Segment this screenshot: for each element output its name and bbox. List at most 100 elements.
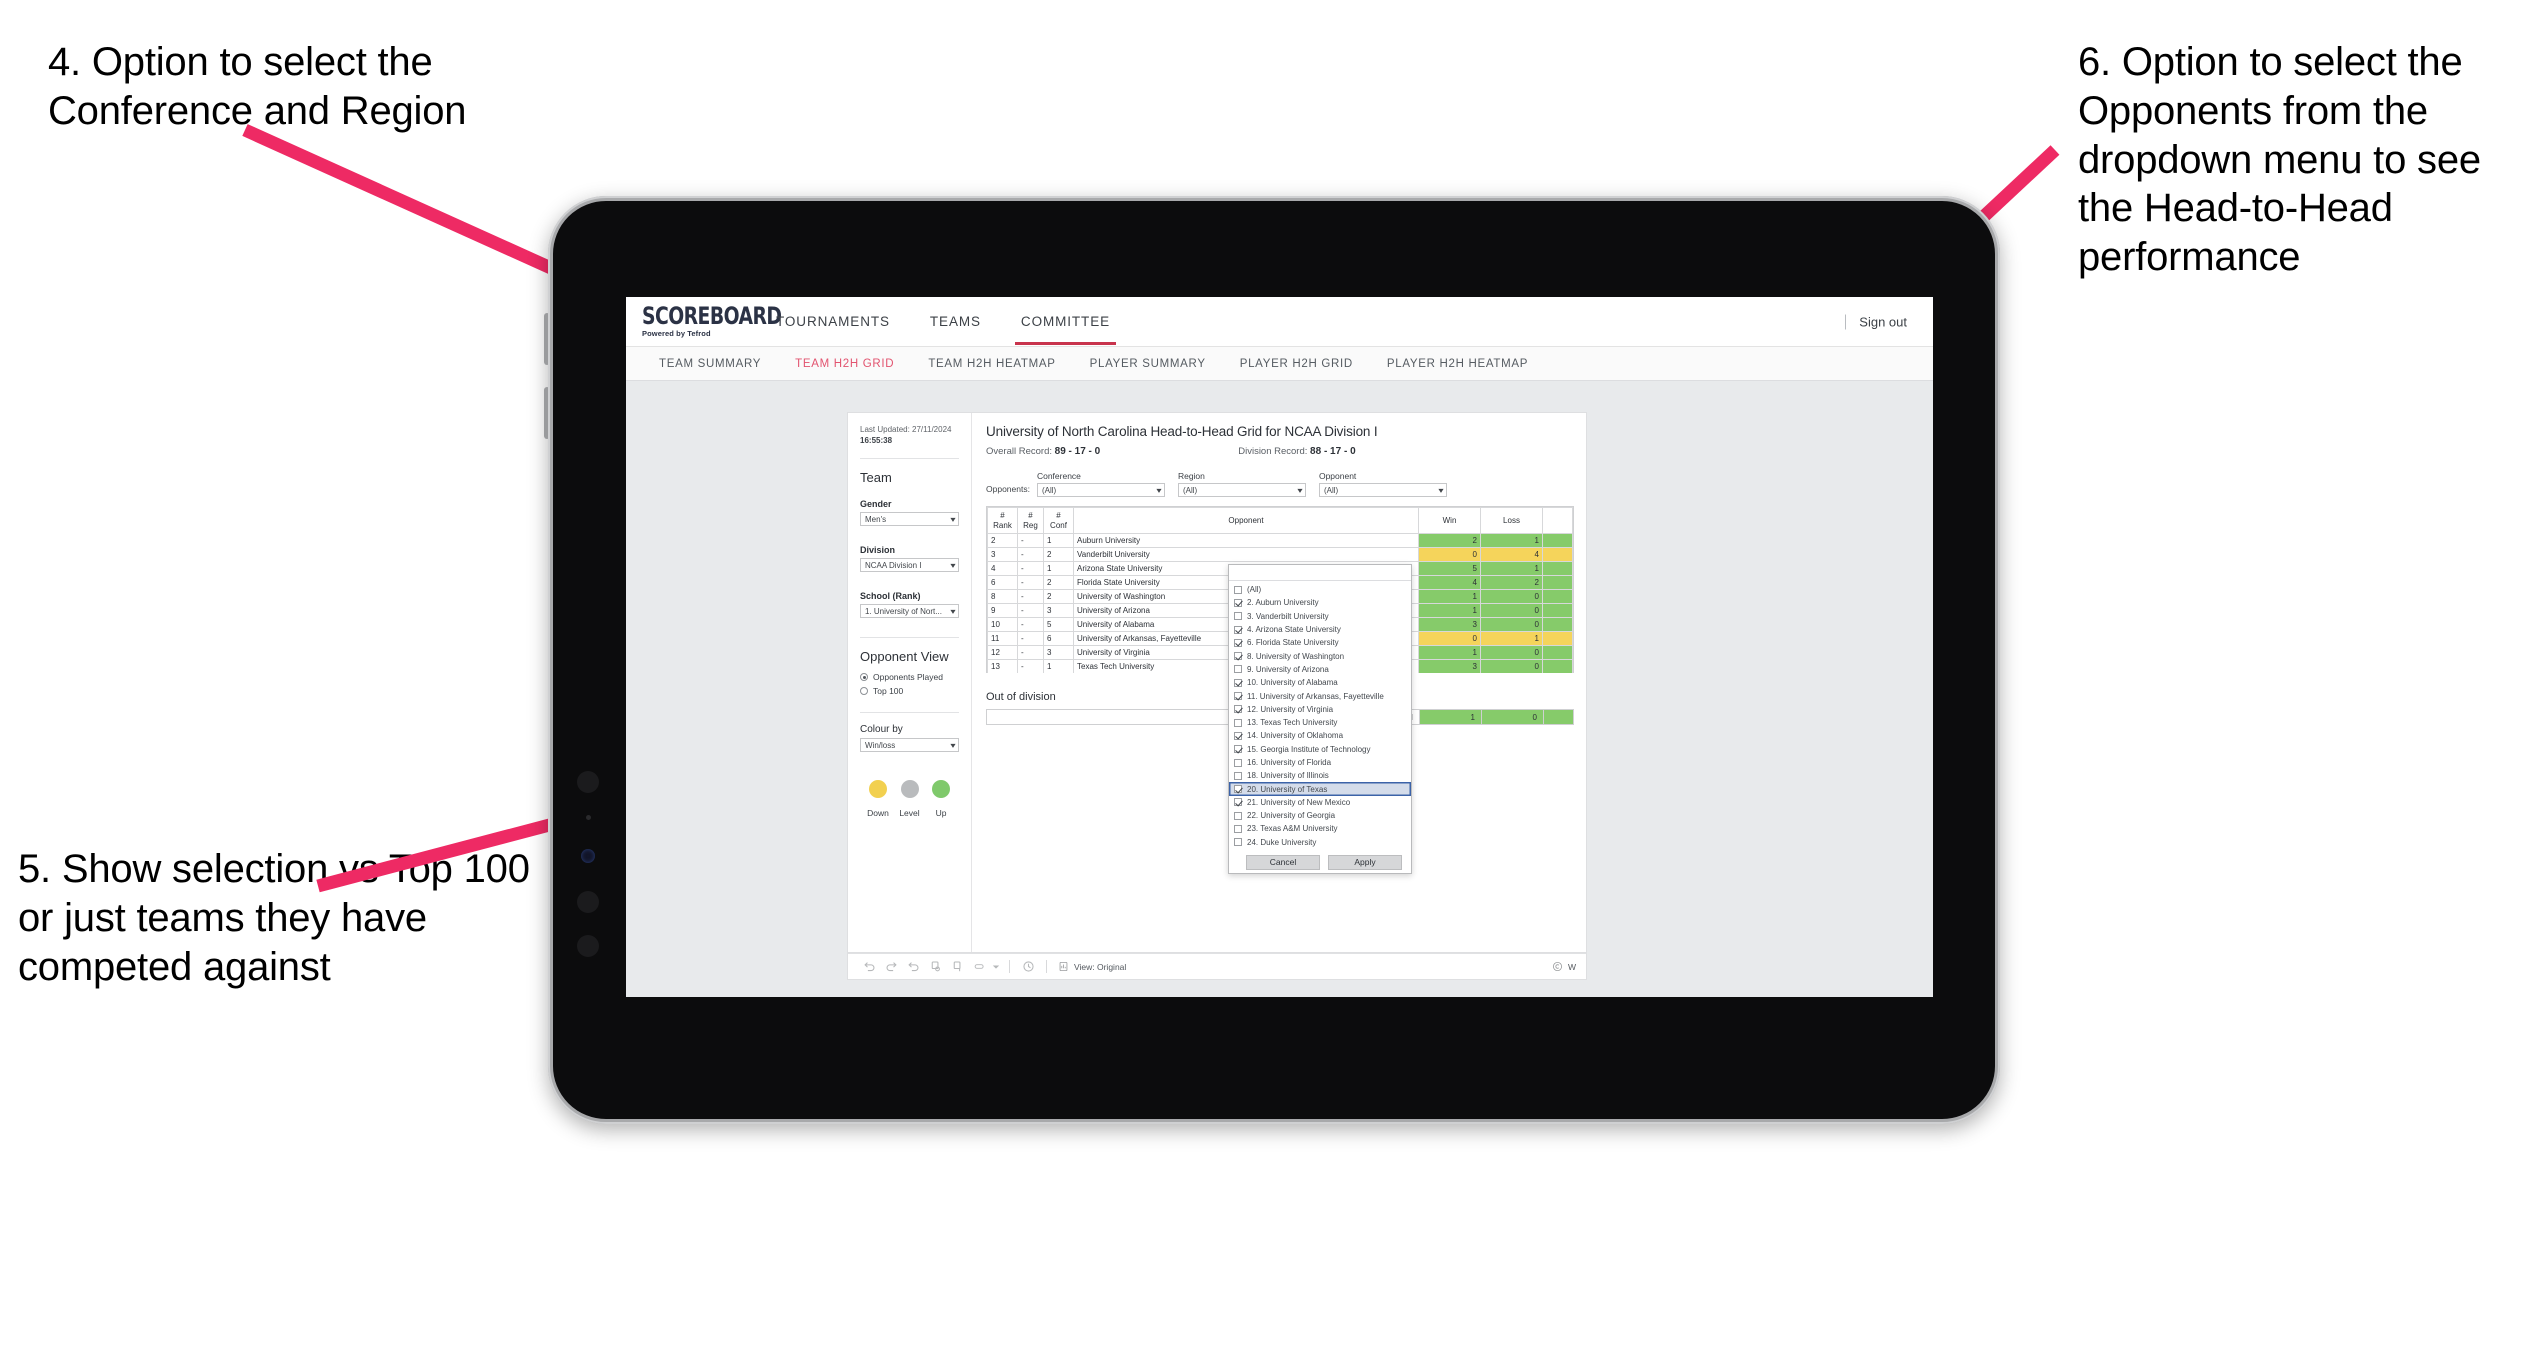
top-navigation-bar: SCOREBOARD Powered by Tefrod TOURNAMENTS… [626, 297, 1933, 347]
gender-select[interactable]: Men's ▾ [860, 512, 959, 527]
subnav-player-h2h-grid[interactable]: PLAYER H2H GRID [1223, 358, 1370, 370]
chevron-down-icon[interactable] [990, 956, 1002, 978]
dropdown-item[interactable]: 8. University of Washington [1229, 649, 1411, 662]
checkbox-icon[interactable] [1234, 638, 1242, 647]
filter-conference-select[interactable]: (All) ▾ [1036, 483, 1165, 497]
filter-opponent-select[interactable]: (All) ▾ [1318, 483, 1447, 497]
dropdown-item-label: 12. University of Virginia [1247, 704, 1334, 714]
radio-opponents-played[interactable]: Opponents Played [860, 672, 959, 682]
history-icon[interactable] [1017, 956, 1039, 978]
subnav-team-h2h-grid[interactable]: TEAM H2H GRID [778, 358, 911, 370]
dropdown-item-label: 18. University of Illinois [1247, 771, 1329, 781]
radio-top-100[interactable]: Top 100 [860, 686, 959, 696]
dropdown-item[interactable]: 4. Arizona State University [1229, 623, 1411, 636]
filter-region-select[interactable]: (All) ▾ [1177, 483, 1306, 497]
table-cell: 8 [987, 589, 1018, 604]
dropdown-item[interactable]: 16. University of Florida [1229, 756, 1411, 769]
undo-icon[interactable] [858, 956, 880, 978]
checkbox-icon[interactable] [1234, 678, 1242, 687]
dropdown-item[interactable]: 25. University of Oregon [1229, 849, 1411, 851]
redo-icon[interactable] [880, 956, 902, 978]
dropdown-item[interactable]: (All) [1229, 583, 1411, 596]
overall-record-value: 89 - 17 - 0 [1054, 446, 1101, 457]
legend-swatch-down [869, 780, 887, 799]
dropdown-item-label: (All) [1247, 585, 1262, 595]
dropdown-item[interactable]: 23. Texas A&M University [1229, 822, 1411, 835]
table-row[interactable]: 3-2 Vanderbilt University 0 4 [987, 547, 1573, 562]
table-cell: 3 [1418, 659, 1481, 673]
dropdown-item[interactable]: 2. Auburn University [1229, 596, 1411, 609]
cancel-button[interactable]: Cancel [1246, 854, 1320, 870]
scoreboard-logo[interactable]: SCOREBOARD Powered by Tefrod [626, 304, 782, 338]
dropdown-item[interactable]: 6. Florida State University [1229, 636, 1411, 649]
subnav-team-summary[interactable]: TEAM SUMMARY [642, 358, 778, 370]
table-row[interactable]: 2-1 Auburn University 2 1 [987, 533, 1573, 548]
dropdown-item[interactable]: 13. Texas Tech University [1229, 716, 1411, 729]
apply-button[interactable]: Apply [1328, 854, 1402, 870]
col-opponent: Opponent [1073, 507, 1419, 534]
nav-committee[interactable]: COMMITTEE [1001, 298, 1130, 345]
checkbox-icon[interactable] [1234, 745, 1242, 754]
subnav-player-h2h-heatmap[interactable]: PLAYER H2H HEATMAP [1370, 358, 1545, 370]
checkbox-icon[interactable] [1234, 692, 1242, 701]
checkbox-icon[interactable] [1234, 771, 1242, 780]
camera-lens-icon [577, 771, 599, 793]
dropdown-item[interactable]: 10. University of Alabama [1229, 676, 1411, 689]
checkbox-icon[interactable] [1234, 652, 1242, 661]
opponent-dropdown-search[interactable] [1229, 565, 1411, 581]
device-button-volume-down [544, 387, 550, 439]
checkbox-icon[interactable] [1234, 785, 1242, 794]
dropdown-item[interactable]: 11. University of Arkansas, Fayetteville [1229, 689, 1411, 702]
dropdown-item[interactable]: 22. University of Georgia [1229, 809, 1411, 822]
dropdown-item[interactable]: 20. University of Texas [1229, 782, 1411, 796]
dropdown-item[interactable]: 21. University of New Mexico [1229, 796, 1411, 809]
dropdown-item[interactable]: 24. Duke University [1229, 836, 1411, 849]
dropdown-item[interactable]: 15. Georgia Institute of Technology [1229, 743, 1411, 756]
toolbar-right-label: W [1567, 961, 1576, 972]
checkbox-icon[interactable] [1234, 758, 1242, 767]
share-icon[interactable] [968, 956, 990, 978]
table-cell: 1 [1043, 659, 1074, 673]
dropdown-item[interactable]: 14. University of Oklahoma [1229, 729, 1411, 742]
signout-link[interactable]: Sign out [1859, 314, 1907, 329]
checkbox-icon[interactable] [1234, 811, 1242, 820]
checkbox-icon[interactable] [1234, 665, 1242, 674]
checkbox-icon[interactable] [1234, 705, 1242, 714]
checkbox-icon[interactable] [1234, 838, 1242, 847]
dropdown-item-label: 15. Georgia Institute of Technology [1247, 744, 1371, 754]
divider [860, 637, 959, 639]
nav-teams[interactable]: TEAMS [910, 298, 1001, 345]
division-select[interactable]: NCAA Division I ▾ [860, 558, 959, 573]
school-rank-select[interactable]: 1. University of Nort... ▾ [860, 604, 959, 619]
checkbox-icon[interactable] [1234, 798, 1242, 807]
checkbox-icon[interactable] [1234, 625, 1242, 634]
dropdown-item[interactable]: 3. Vanderbilt University [1229, 610, 1411, 623]
legend-label-up: Up [935, 808, 947, 819]
table-cell: 0 [1480, 645, 1543, 660]
dropdown-item[interactable]: 9. University of Arizona [1229, 663, 1411, 676]
pause-icon[interactable] [946, 956, 968, 978]
opponent-dropdown-list[interactable]: (All) 2. Auburn University 3. Vanderbilt U… [1229, 581, 1411, 851]
subnav-player-summary[interactable]: PLAYER SUMMARY [1073, 358, 1223, 370]
dropdown-item[interactable]: 18. University of Illinois [1229, 769, 1411, 782]
dropdown-item[interactable]: 12. University of Virginia [1229, 703, 1411, 716]
filter-opponent-label: Opponent [1318, 471, 1357, 481]
view-original-button[interactable]: View: Original [1058, 961, 1126, 972]
nav-tournaments[interactable]: TOURNAMENTS [756, 298, 910, 345]
checkbox-icon[interactable] [1234, 731, 1242, 740]
table-cell: 4 [987, 561, 1018, 576]
chevron-down-icon: ▾ [950, 606, 956, 616]
legend-label-level: Level [899, 808, 920, 819]
checkbox-icon[interactable] [1234, 612, 1242, 621]
colour-by-select[interactable]: Win/loss ▾ [860, 738, 959, 753]
table-cell [1542, 575, 1573, 590]
checkbox-icon[interactable] [1234, 598, 1242, 607]
checkbox-icon[interactable] [1234, 718, 1242, 727]
checkbox-icon[interactable] [1234, 824, 1242, 833]
revert-icon[interactable] [902, 956, 924, 978]
subnav-team-h2h-heatmap[interactable]: TEAM H2H HEATMAP [911, 358, 1072, 370]
radio-opponents-played-label: Opponents Played [873, 672, 943, 683]
refresh-icon[interactable] [924, 956, 946, 978]
dropdown-item-label: 4. Arizona State University [1247, 625, 1341, 635]
checkbox-icon[interactable] [1234, 585, 1242, 594]
